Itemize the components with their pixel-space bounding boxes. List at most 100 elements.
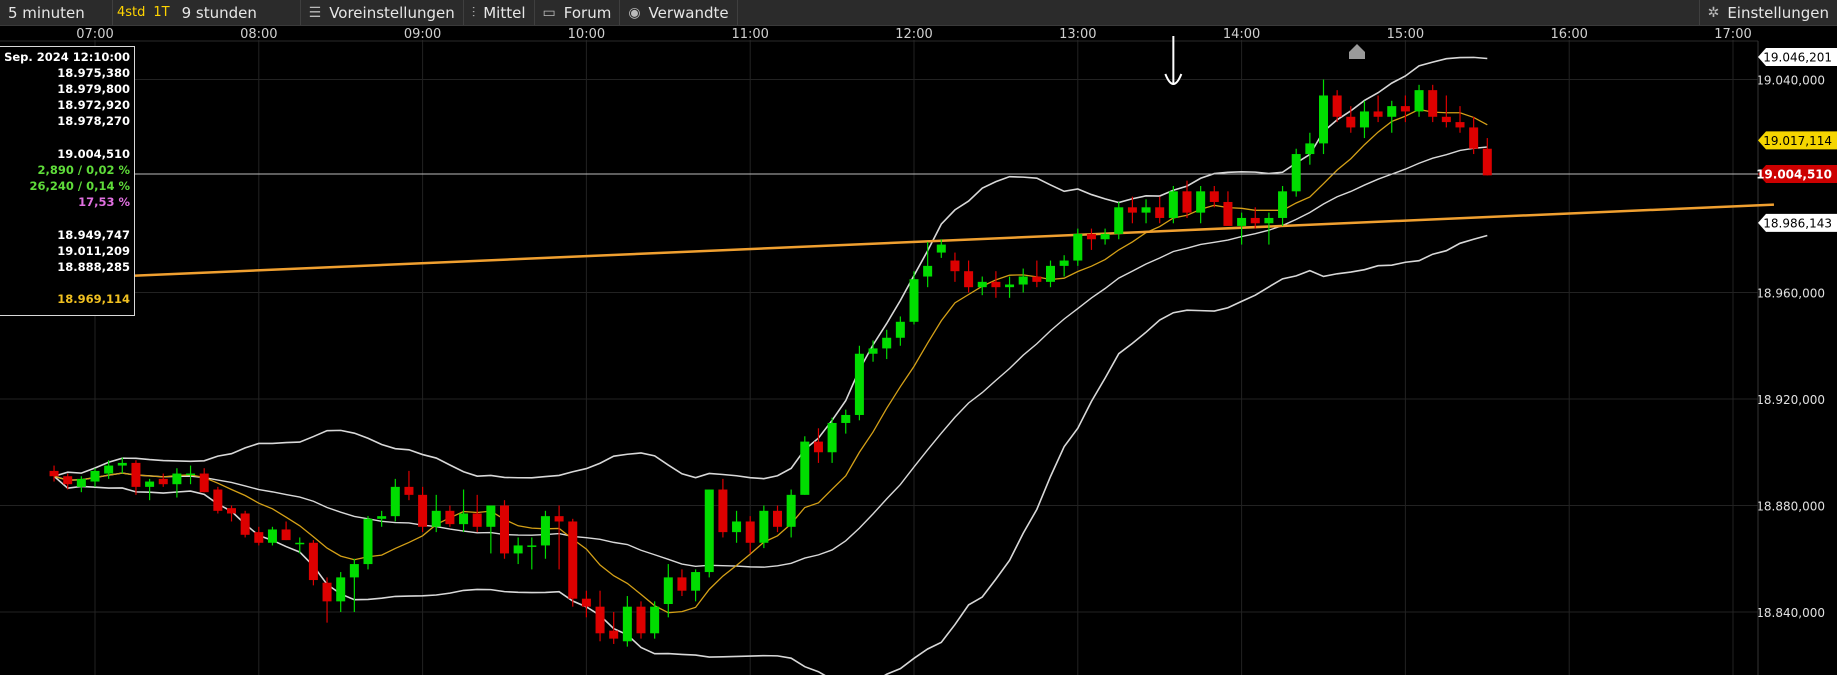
candle-body xyxy=(609,630,619,639)
candle-body xyxy=(1264,217,1274,224)
range-1t-label: 1T xyxy=(153,5,170,20)
candle-body xyxy=(322,582,332,602)
candle-body xyxy=(977,281,987,288)
candle xyxy=(308,540,318,586)
price-tag-label: 19.004,510 xyxy=(1756,167,1832,181)
candle-body xyxy=(759,510,769,543)
x-tick-label: 08:00 xyxy=(240,27,277,42)
info-change-period: 26,240 / 0,14 % xyxy=(29,179,131,193)
candle-body xyxy=(227,508,236,514)
candle-body xyxy=(1359,111,1369,128)
y-tick-label: 19.040,000 xyxy=(1756,74,1825,88)
candle-body xyxy=(909,279,919,322)
candle-body xyxy=(349,564,359,578)
x-tick-label: 15:00 xyxy=(1387,27,1424,42)
candle-body xyxy=(936,244,946,253)
candle-body xyxy=(636,606,646,634)
x-tick-label: 07:00 xyxy=(76,27,113,42)
candle-body xyxy=(76,478,86,487)
settings-button[interactable]: ✲ Einstellungen xyxy=(1698,0,1837,25)
price-tag-label: 19.017,114 xyxy=(1763,134,1832,148)
candle-body xyxy=(377,516,387,519)
candle-body xyxy=(964,271,974,288)
range-4std-button[interactable]: 4std xyxy=(113,0,149,25)
candle-body xyxy=(1168,191,1178,218)
candle-body xyxy=(800,441,810,495)
candle-body xyxy=(186,473,196,476)
candle-body xyxy=(1414,90,1424,112)
candle-body xyxy=(595,606,605,634)
candle xyxy=(704,489,714,578)
settings-label: Einstellungen xyxy=(1727,3,1829,22)
candle-body xyxy=(841,414,851,423)
presets-label: Voreinstellungen xyxy=(329,3,455,22)
price-tag-label: 19.046,201 xyxy=(1763,50,1832,64)
candle xyxy=(568,518,578,607)
x-tick-label: 17:00 xyxy=(1714,27,1751,42)
info-bb-upper: 19.011,209 xyxy=(57,244,130,258)
info-open: 18.975,380 xyxy=(57,66,130,80)
candle xyxy=(1428,84,1438,123)
candle-body xyxy=(404,486,414,495)
candle xyxy=(800,436,810,495)
related-button[interactable]: ◉ Verwandte xyxy=(620,0,738,25)
candle-body xyxy=(431,510,441,527)
speech-bubble-icon: ▭ xyxy=(542,4,556,21)
x-tick-label: 09:00 xyxy=(404,27,441,42)
candle-body xyxy=(1114,207,1124,234)
candle-body xyxy=(172,473,182,485)
y-tick-label: 18.880,000 xyxy=(1756,500,1825,514)
candle xyxy=(1073,228,1083,266)
interval-select[interactable]: 5 minuten xyxy=(0,0,113,25)
candle-body xyxy=(1455,122,1465,128)
range-1t-button[interactable]: 1T xyxy=(149,0,173,25)
candle-body xyxy=(240,513,250,535)
presets-button[interactable]: ☰ Voreinstellungen xyxy=(301,0,464,25)
candle-body xyxy=(540,516,550,546)
gear-icon: ✲ xyxy=(1707,4,1720,21)
candle-body xyxy=(1018,276,1028,285)
info-high: 18.979,800 xyxy=(57,82,130,96)
candle-body xyxy=(500,505,509,554)
candle-body xyxy=(1428,90,1438,117)
sliders-icon: ☰ xyxy=(308,4,322,21)
candle-body xyxy=(650,606,660,634)
price-tag-ma: 19.017,114 xyxy=(1758,131,1837,150)
candle-body xyxy=(158,478,168,485)
candle-body xyxy=(745,521,755,543)
y-tick-label: 18.960,000 xyxy=(1756,287,1825,301)
candle-body xyxy=(527,545,537,547)
candle-body xyxy=(63,476,73,485)
x-tick-label: 11:00 xyxy=(731,27,768,42)
candle xyxy=(240,510,250,538)
info-volatility: 17,53 % xyxy=(78,195,130,209)
info-last: 19.004,510 xyxy=(57,147,130,161)
candle-body xyxy=(868,348,878,354)
candle-body xyxy=(786,494,796,527)
info-value3: 18.888,285 xyxy=(57,260,130,274)
x-tick-label: 16:00 xyxy=(1550,27,1587,42)
candle-body xyxy=(308,542,318,581)
toolbar: 5 minuten 4std 1T 9 stunden ☰ Voreinstel… xyxy=(0,0,1837,26)
price-tag-trend: 18.986,143 xyxy=(1758,213,1837,232)
candle-body xyxy=(295,542,305,545)
candle-body xyxy=(49,470,59,477)
info-trend-value: 18.969,114 xyxy=(57,292,130,306)
candle-body xyxy=(281,529,291,541)
candle-body xyxy=(1373,111,1383,117)
candle-body xyxy=(445,510,455,525)
candle-body xyxy=(1046,265,1055,282)
candle-body xyxy=(1237,217,1247,226)
range-custom-select[interactable]: 9 stunden xyxy=(174,0,301,25)
candle-body xyxy=(1400,106,1410,112)
related-label: Verwandte xyxy=(648,3,729,22)
info-box: 9 Sep. 2024 12:10:00 18.975,380 18.979,8… xyxy=(0,46,135,316)
price-chart[interactable]: 07:00 08:00 09:00 10:00 11:00 12:00 13:00 14:00… xyxy=(0,26,1837,675)
candle-body xyxy=(1469,127,1479,149)
indicator-button[interactable]: ⫶ Mittel xyxy=(464,0,535,25)
candle-body xyxy=(622,606,632,642)
candle xyxy=(1291,148,1301,197)
forum-button[interactable]: ▭ Forum xyxy=(535,0,621,25)
candle-body xyxy=(472,513,482,527)
interval-label: 5 minuten xyxy=(8,3,85,22)
